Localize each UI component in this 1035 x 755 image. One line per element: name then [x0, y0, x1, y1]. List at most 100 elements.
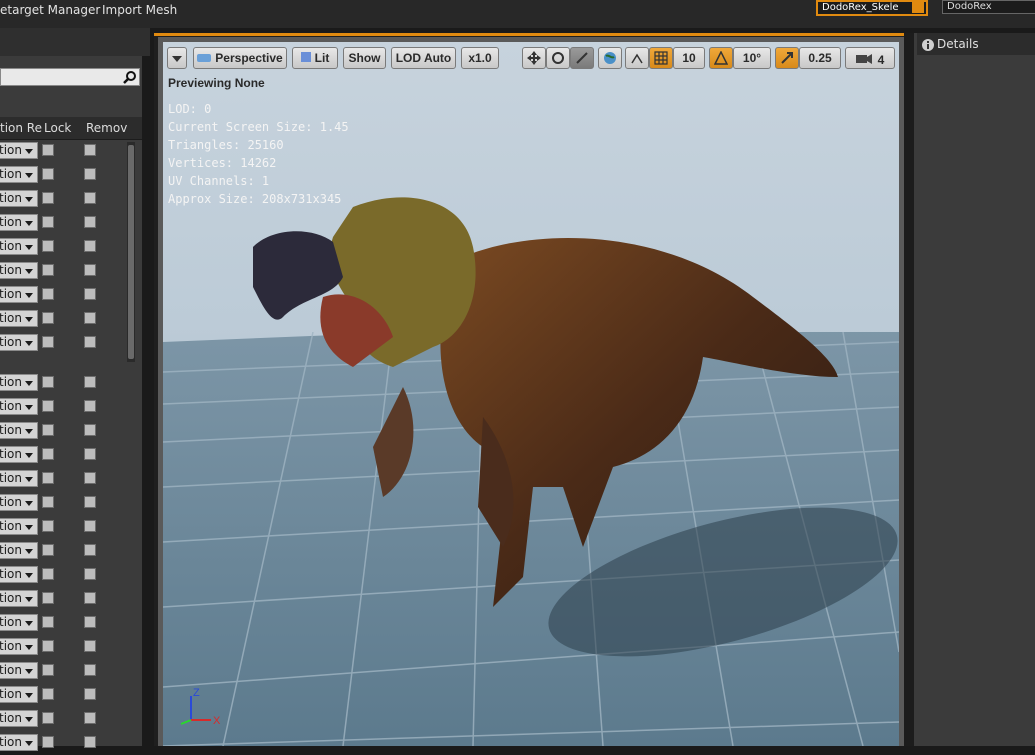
remove-checkbox[interactable]: [84, 520, 96, 532]
remove-checkbox[interactable]: [84, 736, 96, 748]
lock-checkbox[interactable]: [42, 288, 54, 300]
remove-checkbox[interactable]: [84, 400, 96, 412]
remove-checkbox[interactable]: [84, 312, 96, 324]
remove-checkbox[interactable]: [84, 472, 96, 484]
lock-checkbox[interactable]: [42, 448, 54, 460]
remove-checkbox[interactable]: [84, 288, 96, 300]
skeleton-asset-combo[interactable]: DodoRex_Skele: [816, 0, 928, 16]
option-dropdown[interactable]: tion: [0, 638, 38, 655]
show-button[interactable]: Show: [343, 47, 386, 69]
lock-checkbox[interactable]: [42, 592, 54, 604]
lock-checkbox[interactable]: [42, 640, 54, 652]
lock-checkbox[interactable]: [42, 544, 54, 556]
panel-divider[interactable]: [904, 33, 914, 746]
lock-checkbox[interactable]: [42, 568, 54, 580]
remove-checkbox[interactable]: [84, 144, 96, 156]
camera-speed-button[interactable]: 4: [845, 47, 895, 69]
world-local-toggle[interactable]: [598, 47, 622, 69]
lock-checkbox[interactable]: [42, 144, 54, 156]
scrollbar-thumb[interactable]: [128, 145, 134, 359]
mesh-asset-combo[interactable]: DodoRex: [942, 0, 1035, 14]
rotation-snap-value[interactable]: 10°: [733, 47, 771, 69]
option-dropdown[interactable]: tion: [0, 710, 38, 727]
option-dropdown[interactable]: tion: [0, 686, 38, 703]
remove-checkbox[interactable]: [84, 568, 96, 580]
option-dropdown[interactable]: tion: [0, 734, 38, 751]
rotation-snap-toggle[interactable]: [709, 47, 733, 69]
grid-snap-toggle[interactable]: [649, 47, 673, 69]
remove-checkbox[interactable]: [84, 592, 96, 604]
lock-checkbox[interactable]: [42, 424, 54, 436]
lock-checkbox[interactable]: [42, 736, 54, 748]
option-dropdown[interactable]: tion: [0, 238, 38, 255]
option-dropdown[interactable]: tion: [0, 398, 38, 415]
option-dropdown[interactable]: tion: [0, 590, 38, 607]
remove-checkbox[interactable]: [84, 712, 96, 724]
lock-checkbox[interactable]: [42, 712, 54, 724]
rotate-mode-button[interactable]: [546, 47, 570, 69]
lock-checkbox[interactable]: [42, 616, 54, 628]
option-dropdown[interactable]: tion: [0, 470, 38, 487]
lock-checkbox[interactable]: [42, 192, 54, 204]
scale-mode-button[interactable]: [570, 47, 594, 69]
option-dropdown[interactable]: tion: [0, 190, 38, 207]
lock-checkbox[interactable]: [42, 264, 54, 276]
viewport[interactable]: Perspective Lit Show LOD Auto x1.0 10 10…: [163, 42, 899, 746]
lock-checkbox[interactable]: [42, 472, 54, 484]
option-dropdown[interactable]: tion: [0, 262, 38, 279]
remove-checkbox[interactable]: [84, 240, 96, 252]
lock-checkbox[interactable]: [42, 240, 54, 252]
lock-checkbox[interactable]: [42, 400, 54, 412]
remove-checkbox[interactable]: [84, 264, 96, 276]
option-dropdown[interactable]: tion: [0, 142, 38, 159]
option-dropdown[interactable]: tion: [0, 214, 38, 231]
lock-checkbox[interactable]: [42, 216, 54, 228]
lod-auto-button[interactable]: LOD Auto: [391, 47, 456, 69]
option-dropdown[interactable]: tion: [0, 166, 38, 183]
remove-checkbox[interactable]: [84, 688, 96, 700]
playback-speed-button[interactable]: x1.0: [461, 47, 499, 69]
option-dropdown[interactable]: tion: [0, 614, 38, 631]
lock-checkbox[interactable]: [42, 664, 54, 676]
option-dropdown[interactable]: tion: [0, 494, 38, 511]
scale-snap-toggle[interactable]: [775, 47, 799, 69]
option-dropdown[interactable]: tion: [0, 286, 38, 303]
option-dropdown[interactable]: tion: [0, 518, 38, 535]
option-dropdown[interactable]: tion: [0, 334, 38, 351]
remove-checkbox[interactable]: [84, 424, 96, 436]
lit-button[interactable]: Lit: [292, 47, 338, 69]
viewport-options-button[interactable]: [167, 47, 187, 69]
perspective-button[interactable]: Perspective: [193, 47, 287, 69]
option-dropdown[interactable]: tion: [0, 422, 38, 439]
lock-checkbox[interactable]: [42, 312, 54, 324]
grid-snap-value[interactable]: 10: [673, 47, 705, 69]
option-dropdown[interactable]: tion: [0, 566, 38, 583]
remove-checkbox[interactable]: [84, 664, 96, 676]
scale-snap-value[interactable]: 0.25: [799, 47, 841, 69]
option-dropdown[interactable]: tion: [0, 374, 38, 391]
search-icon[interactable]: [912, 1, 924, 13]
lock-checkbox[interactable]: [42, 168, 54, 180]
surface-snap-button[interactable]: [625, 47, 649, 69]
lock-checkbox[interactable]: [42, 520, 54, 532]
remove-checkbox[interactable]: [84, 616, 96, 628]
option-dropdown[interactable]: tion: [0, 310, 38, 327]
lock-checkbox[interactable]: [42, 336, 54, 348]
lock-checkbox[interactable]: [42, 376, 54, 388]
lock-checkbox[interactable]: [42, 688, 54, 700]
translate-mode-button[interactable]: [522, 47, 546, 69]
remove-checkbox[interactable]: [84, 544, 96, 556]
lock-checkbox[interactable]: [42, 496, 54, 508]
remove-checkbox[interactable]: [84, 336, 96, 348]
option-dropdown[interactable]: tion: [0, 542, 38, 559]
option-dropdown[interactable]: tion: [0, 446, 38, 463]
remove-checkbox[interactable]: [84, 216, 96, 228]
remove-checkbox[interactable]: [84, 640, 96, 652]
remove-checkbox[interactable]: [84, 168, 96, 180]
remove-checkbox[interactable]: [84, 496, 96, 508]
option-dropdown[interactable]: tion: [0, 662, 38, 679]
remove-checkbox[interactable]: [84, 448, 96, 460]
remove-checkbox[interactable]: [84, 376, 96, 388]
details-tab[interactable]: Details: [917, 33, 1035, 55]
remove-checkbox[interactable]: [84, 192, 96, 204]
